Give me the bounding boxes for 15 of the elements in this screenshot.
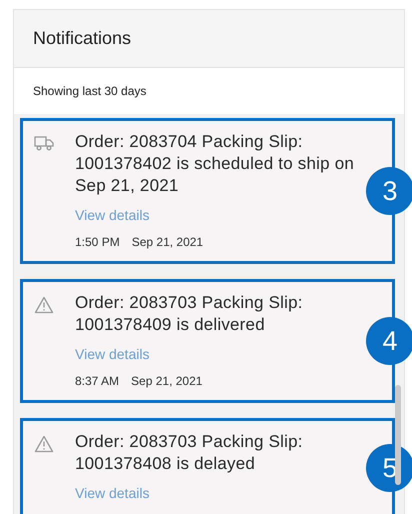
scrollbar[interactable] <box>395 385 401 485</box>
notification-time: 1:50 PM <box>75 235 120 249</box>
warning-icon <box>34 435 54 453</box>
notification-date: Sep 21, 2021 <box>131 374 202 388</box>
panel-title: Notifications <box>33 28 132 49</box>
view-details-link[interactable]: View details <box>75 346 150 362</box>
notification-message: Order: 2083703 Packing Slip: 1001378409 is delivered <box>75 292 304 336</box>
notification-message: Order: 2083704 Packing Slip: 1001378402 is scheduled to ship on Sep 21, 2021 <box>75 131 356 197</box>
notification-date: Sep 21, 2021 <box>132 235 204 249</box>
truck-icon <box>34 135 54 151</box>
notification-time: 8:37 AM <box>75 374 120 388</box>
view-details-link[interactable]: View details <box>75 485 150 501</box>
view-details-link[interactable]: View details <box>75 207 150 223</box>
warning-icon <box>34 296 54 314</box>
notification-message: Order: 2083703 Packing Slip: 1001378408 is delayed <box>75 431 304 475</box>
